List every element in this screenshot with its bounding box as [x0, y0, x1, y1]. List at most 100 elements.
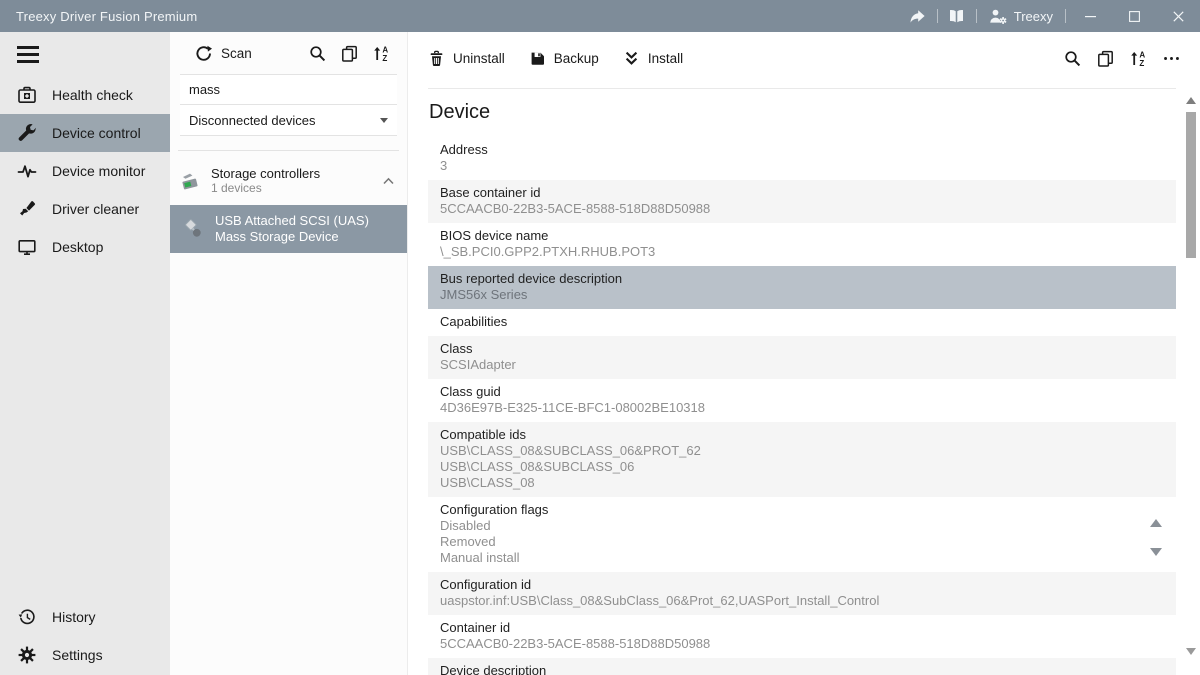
property-row[interactable]: Base container id 5CCAACB0-22B3-5ACE-858…	[428, 180, 1176, 223]
property-label: BIOS device name	[440, 228, 1164, 244]
titlebar-separator	[1065, 9, 1066, 23]
property-label: Base container id	[440, 185, 1164, 201]
property-value: \_SB.PCI0.GPP2.PTXH.RHUB.POT3	[440, 244, 1164, 260]
menu-icon[interactable]	[17, 42, 39, 67]
share-icon[interactable]	[901, 0, 935, 32]
uninstall-label: Uninstall	[453, 51, 505, 66]
property-label: Class guid	[440, 384, 1164, 400]
property-value: Removed	[440, 534, 1164, 550]
install-button[interactable]: Install	[623, 50, 683, 67]
usb-device-icon	[182, 218, 204, 240]
device-list-item-selected[interactable]: USB Attached SCSI (UAS) Mass Storage Dev…	[170, 205, 407, 253]
property-row[interactable]: BIOS device name \_SB.PCI0.GPP2.PTXH.RHU…	[428, 223, 1176, 266]
property-row[interactable]: Container id 5CCAACB0-22B3-5ACE-8588-518…	[428, 615, 1176, 658]
device-group-header[interactable]: Storage controllers 1 devices	[170, 160, 407, 202]
account-button[interactable]: Treexy	[979, 8, 1063, 25]
property-value: 5CCAACB0-22B3-5ACE-8588-518D88D50988	[440, 636, 1164, 652]
property-row[interactable]: Class SCSIAdapter	[428, 336, 1176, 379]
maximize-button[interactable]	[1112, 0, 1156, 32]
save-icon	[529, 50, 546, 67]
property-label: Container id	[440, 620, 1164, 636]
search-icon[interactable]	[309, 45, 326, 62]
property-row[interactable]: Class guid 4D36E97B-E325-11CE-BFC1-08002…	[428, 379, 1176, 422]
close-button[interactable]	[1156, 0, 1200, 32]
copy-icon[interactable]	[341, 45, 358, 62]
property-values: uaspstor.inf:USB\Class_08&SubClass_06&Pr…	[440, 593, 1164, 609]
scroll-down-icon[interactable]	[1186, 648, 1196, 655]
sidebar-item-device-monitor[interactable]: Device monitor	[0, 152, 170, 190]
property-label: Device description	[440, 663, 1164, 675]
property-label: Class	[440, 341, 1164, 357]
backup-button[interactable]: Backup	[529, 50, 599, 67]
install-chevrons-icon	[623, 50, 640, 67]
sidebar-item-label: Device control	[52, 125, 141, 141]
sidebar-item-label: Device monitor	[52, 163, 145, 179]
property-list: Address 3 Base container id 5CCAACB0-22B…	[428, 137, 1176, 675]
sort-az-icon[interactable]: A Z	[1130, 50, 1147, 67]
property-row[interactable]: Bus reported device description JMS56x S…	[428, 266, 1176, 309]
property-row[interactable]: Configuration flags DisabledRemovedManua…	[428, 497, 1176, 572]
svg-text:Z: Z	[382, 54, 387, 62]
property-row[interactable]: Configuration id uaspstor.inf:USB\Class_…	[428, 572, 1176, 615]
property-label: Capabilities	[440, 314, 1164, 330]
scan-label: Scan	[221, 46, 252, 61]
sidebar-item-health-check[interactable]: Health check	[0, 76, 170, 114]
device-name: USB Attached SCSI (UAS) Mass Storage Dev…	[215, 213, 387, 245]
scroll-up-icon[interactable]	[1186, 97, 1196, 104]
titlebar-separator	[937, 9, 938, 23]
monitor-icon	[17, 237, 37, 257]
install-label: Install	[648, 51, 683, 66]
chevron-up-icon[interactable]	[383, 177, 394, 185]
property-value: JMS56x Series	[440, 287, 1164, 303]
sidebar-item-driver-cleaner[interactable]: Driver cleaner	[0, 190, 170, 228]
copy-icon[interactable]	[1097, 50, 1114, 67]
refresh-icon	[195, 45, 212, 62]
sidebar-item-label: History	[52, 609, 96, 625]
property-values: SCSIAdapter	[440, 357, 1164, 373]
sidebar: Health check Device control Device monit…	[0, 32, 170, 675]
move-up-icon[interactable]	[1150, 519, 1162, 527]
property-value: USB\CLASS_08&SUBCLASS_06&PROT_62	[440, 443, 1164, 459]
ellipsis-icon[interactable]	[1163, 50, 1180, 67]
property-value: uaspstor.inf:USB\Class_08&SubClass_06&Pr…	[440, 593, 1164, 609]
pulse-icon	[17, 161, 37, 181]
property-values: 3	[440, 158, 1164, 174]
wrench-icon	[17, 123, 37, 143]
property-label: Bus reported device description	[440, 271, 1164, 287]
property-row[interactable]: Device description	[428, 658, 1176, 675]
scrollbar-thumb[interactable]	[1186, 112, 1196, 258]
scrollbar[interactable]	[1185, 90, 1197, 675]
sidebar-item-device-control[interactable]: Device control	[0, 114, 170, 152]
minimize-button[interactable]	[1068, 0, 1112, 32]
search-input[interactable]: mass	[180, 74, 397, 105]
scan-button[interactable]: Scan	[195, 45, 252, 62]
property-row[interactable]: Compatible ids USB\CLASS_08&SUBCLASS_06&…	[428, 422, 1176, 497]
sidebar-item-desktop[interactable]: Desktop	[0, 228, 170, 266]
history-clock-icon	[17, 607, 37, 627]
property-values: USB\CLASS_08&SUBCLASS_06&PROT_62 USB\CLAS…	[440, 443, 1164, 491]
sidebar-item-history[interactable]: History	[0, 598, 170, 636]
property-value: USB\CLASS_08	[440, 475, 1164, 491]
divider	[178, 150, 399, 151]
property-values: DisabledRemovedManual install	[440, 518, 1164, 566]
property-label: Compatible ids	[440, 427, 1164, 443]
property-value: Manual install	[440, 550, 1164, 566]
book-icon[interactable]	[940, 0, 974, 32]
property-row[interactable]: Capabilities	[428, 309, 1176, 336]
storage-controllers-icon	[178, 169, 202, 193]
titlebar-separator	[976, 9, 977, 23]
move-down-icon[interactable]	[1150, 548, 1162, 556]
sidebar-item-settings[interactable]: Settings	[0, 636, 170, 674]
brush-icon	[17, 199, 37, 219]
search-icon[interactable]	[1064, 50, 1081, 67]
chevron-down-icon	[380, 118, 388, 123]
uninstall-button[interactable]: Uninstall	[428, 50, 505, 67]
sort-az-icon[interactable]: A Z	[373, 45, 390, 62]
health-check-icon	[17, 85, 37, 105]
details-toolbar: Uninstall Backup Install	[408, 32, 1200, 84]
svg-text:Z: Z	[1139, 59, 1144, 67]
filter-dropdown[interactable]: Disconnected devices	[180, 105, 397, 136]
property-label: Configuration flags	[440, 502, 1164, 518]
sidebar-item-label: Desktop	[52, 239, 103, 255]
property-row[interactable]: Address 3	[428, 137, 1176, 180]
